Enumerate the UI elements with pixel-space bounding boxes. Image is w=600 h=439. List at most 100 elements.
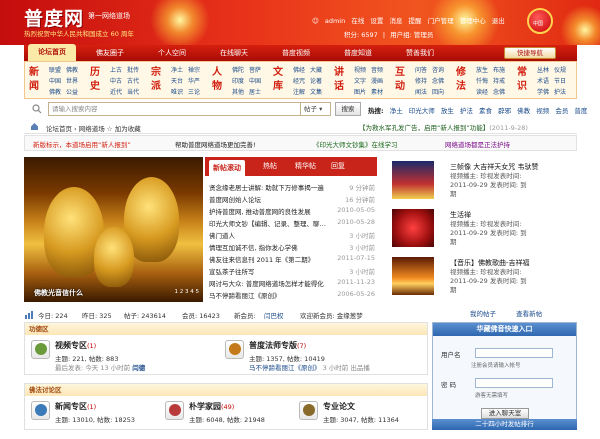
slide-caption[interactable]: 佛教光音信什么 bbox=[34, 288, 83, 298]
admin-center-link[interactable]: 管理中心 bbox=[460, 17, 486, 25]
board-news[interactable]: 新闻专区(1) 主题: 13010, 帖数: 18253 bbox=[31, 401, 161, 439]
post-row[interactable]: 普度网创始人论坛 16 分钟前 bbox=[209, 193, 375, 205]
my-posts-link[interactable]: 我的帖子 bbox=[470, 310, 496, 318]
hot-word[interactable]: 佛教 bbox=[517, 107, 530, 115]
video-item[interactable]: 生活禅 视频播主: 珍视发表时间: 2011-09-29 发表时间: 到期 bbox=[386, 205, 577, 251]
category-title[interactable]: 常识 bbox=[517, 66, 535, 94]
section-heading[interactable]: 佛法讨论区 bbox=[25, 384, 427, 396]
site-notice[interactable]: 【为救水军孔发广告，启用“新人报到”功能】(2011-9-28) bbox=[359, 122, 577, 133]
category-link[interactable]: 注解 bbox=[293, 87, 305, 96]
category-title[interactable]: 修法 bbox=[456, 66, 474, 94]
nav-forum-home[interactable]: 论坛首页 bbox=[28, 44, 76, 61]
category-link[interactable]: 咨询 bbox=[432, 65, 444, 74]
category-link[interactable]: 持戒 bbox=[493, 76, 505, 85]
post-row[interactable]: 护持普度网, 推动普度网的良性发展 2010-05-05 bbox=[209, 205, 375, 217]
category-title[interactable]: 历史 bbox=[90, 66, 108, 94]
video-item[interactable]: 三帧像 大吉祥天女咒 韦驮赞 视频播主: 珍视发表时间: 2011-09-29 … bbox=[386, 157, 577, 203]
category-link[interactable]: 闻法 bbox=[415, 87, 427, 96]
category-link[interactable]: 回向 bbox=[432, 87, 444, 96]
category-link[interactable]: 公益 bbox=[66, 87, 78, 96]
board-icon[interactable] bbox=[299, 401, 318, 420]
video-thumbnail[interactable] bbox=[392, 161, 434, 199]
category-link[interactable]: 放生 bbox=[476, 65, 488, 74]
search-type-select[interactable]: 帖子 ▾ bbox=[300, 102, 331, 116]
category-link[interactable]: 大藏 bbox=[310, 65, 322, 74]
slide-pager[interactable]: 1 2 3 4 5 bbox=[175, 289, 200, 295]
enter-chat-button[interactable]: 进入聊天室 bbox=[481, 408, 529, 419]
category-link[interactable]: 布施 bbox=[493, 65, 505, 74]
category-link[interactable]: 素材 bbox=[371, 87, 383, 96]
category-link[interactable]: 文字 bbox=[354, 76, 366, 85]
hot-word[interactable]: 护法 bbox=[460, 107, 473, 115]
hot-word[interactable]: 净土 bbox=[390, 107, 403, 115]
announcement-link[interactable]: 帮助普度网络道场更加完善! bbox=[175, 139, 256, 149]
nav-video[interactable]: 普度视频 bbox=[270, 45, 322, 61]
video-thumbnail[interactable] bbox=[392, 257, 434, 295]
hot-word[interactable]: 会员 bbox=[555, 107, 568, 115]
post-row[interactable]: 佛友往来信息刊 2011 年《第二期》 2011-07-15 bbox=[209, 253, 375, 265]
hot-word[interactable]: 印光大师 bbox=[409, 107, 435, 115]
post-row[interactable]: 印光大师文钞【编辑、记录、整理、聊天室】 2010-05-28 bbox=[209, 217, 375, 229]
category-link[interactable]: 古代 bbox=[127, 76, 139, 85]
category-link[interactable]: 问答 bbox=[415, 65, 427, 74]
portal-admin-link[interactable]: 门户管理 bbox=[428, 17, 454, 25]
announcement-link[interactable]: 网络道场都是正法护持 bbox=[445, 139, 510, 149]
post-row[interactable]: 网讨与大众: 普度网络道场怎样才能得化 2011-11-23 bbox=[209, 277, 375, 289]
post-row[interactable]: 佛门道人 3 小时前 bbox=[209, 229, 375, 241]
category-link[interactable]: 佛陀 bbox=[232, 65, 244, 74]
category-link[interactable]: 论著 bbox=[310, 76, 322, 85]
category-link[interactable]: 读经 bbox=[476, 87, 488, 96]
username-input[interactable] bbox=[475, 348, 553, 358]
category-link[interactable]: 中国 bbox=[249, 76, 261, 85]
board-last-post[interactable]: 最后发表: 今天 13 小时前 闫德 bbox=[55, 362, 145, 372]
post-title[interactable]: 普度网创始人论坛 bbox=[209, 194, 261, 204]
category-link[interactable]: 三论 bbox=[188, 87, 200, 96]
category-link[interactable]: 上古 bbox=[110, 65, 122, 74]
category-link[interactable]: 批传 bbox=[127, 65, 139, 74]
category-link[interactable]: 视频 bbox=[354, 65, 366, 74]
post-title[interactable]: 佛门道人 bbox=[209, 230, 235, 240]
category-link[interactable]: 术语 bbox=[537, 76, 549, 85]
tab-latest[interactable]: 新帖滚动 bbox=[209, 160, 245, 176]
category-link[interactable]: 中国 bbox=[49, 76, 61, 85]
category-link[interactable]: 修持 bbox=[415, 76, 427, 85]
category-link[interactable]: 净土 bbox=[171, 65, 183, 74]
category-link[interactable]: 念佛 bbox=[493, 87, 505, 96]
hot-word[interactable]: 辟邪 bbox=[498, 107, 511, 115]
board-icon[interactable] bbox=[165, 401, 184, 420]
post-title[interactable]: 宣弘茶子往所写 bbox=[209, 266, 255, 276]
tab-featured[interactable]: 精华帖 bbox=[295, 157, 316, 176]
password-input[interactable] bbox=[475, 378, 553, 388]
featured-slideshow[interactable]: 佛教光音信什么 1 2 3 4 5 bbox=[24, 157, 203, 302]
category-link[interactable]: 其他 bbox=[232, 87, 244, 96]
category-link[interactable]: 中古 bbox=[110, 76, 122, 85]
reminders-link[interactable]: 提醒 bbox=[409, 17, 422, 25]
category-link[interactable]: 天台 bbox=[171, 76, 183, 85]
board-icon[interactable] bbox=[31, 340, 50, 359]
category-link[interactable]: 护法 bbox=[554, 87, 566, 96]
post-row[interactable]: 宣弘茶子往所写 3 小时前 bbox=[209, 265, 375, 277]
new-posts-link[interactable]: 查看新帖 bbox=[516, 310, 542, 318]
settings-link[interactable]: 设置 bbox=[370, 17, 383, 25]
nav-online-chat[interactable]: 在线聊天 bbox=[208, 45, 260, 61]
video-item[interactable]: 【音乐】佛教歌曲-吉祥福 视频播主: 珍视发表时间: 2011-09-29 发表… bbox=[386, 253, 577, 299]
points-label[interactable]: 积分: 6597 bbox=[344, 31, 378, 39]
video-title[interactable]: 【音乐】佛教歌曲-吉祥福 bbox=[450, 258, 530, 268]
category-link[interactable]: 经咒 bbox=[293, 76, 305, 85]
messages-link[interactable]: 消息 bbox=[389, 17, 402, 25]
home-icon[interactable] bbox=[30, 122, 39, 131]
group-label[interactable]: 用户组: 管理员 bbox=[390, 31, 433, 39]
board-video[interactable]: 视频专区(1) 主题: 221, 帖数: 883 最后发表: 今天 13 小时前… bbox=[31, 340, 221, 378]
post-title[interactable]: 护持普度网, 推动普度网的良性发展 bbox=[209, 206, 311, 216]
nav-friend-circle[interactable]: 佛友圈子 bbox=[84, 45, 136, 61]
category-link[interactable]: 文集 bbox=[310, 87, 322, 96]
category-title[interactable]: 新闻 bbox=[29, 66, 47, 94]
section-heading[interactable]: 功德区 bbox=[25, 323, 427, 335]
post-row[interactable]: 贤念缘老居士讲解: 助就下万修事揭一遍 9 分钟前 bbox=[209, 181, 375, 193]
category-link[interactable]: 联盟 bbox=[49, 65, 61, 74]
category-link[interactable]: 当代 bbox=[127, 87, 139, 96]
quick-nav-button[interactable]: 快捷导航 bbox=[504, 47, 556, 59]
category-link[interactable]: 佛经 bbox=[293, 65, 305, 74]
category-link[interactable]: 念佛 bbox=[432, 76, 444, 85]
site-logo[interactable]: 普度网 bbox=[24, 4, 84, 31]
